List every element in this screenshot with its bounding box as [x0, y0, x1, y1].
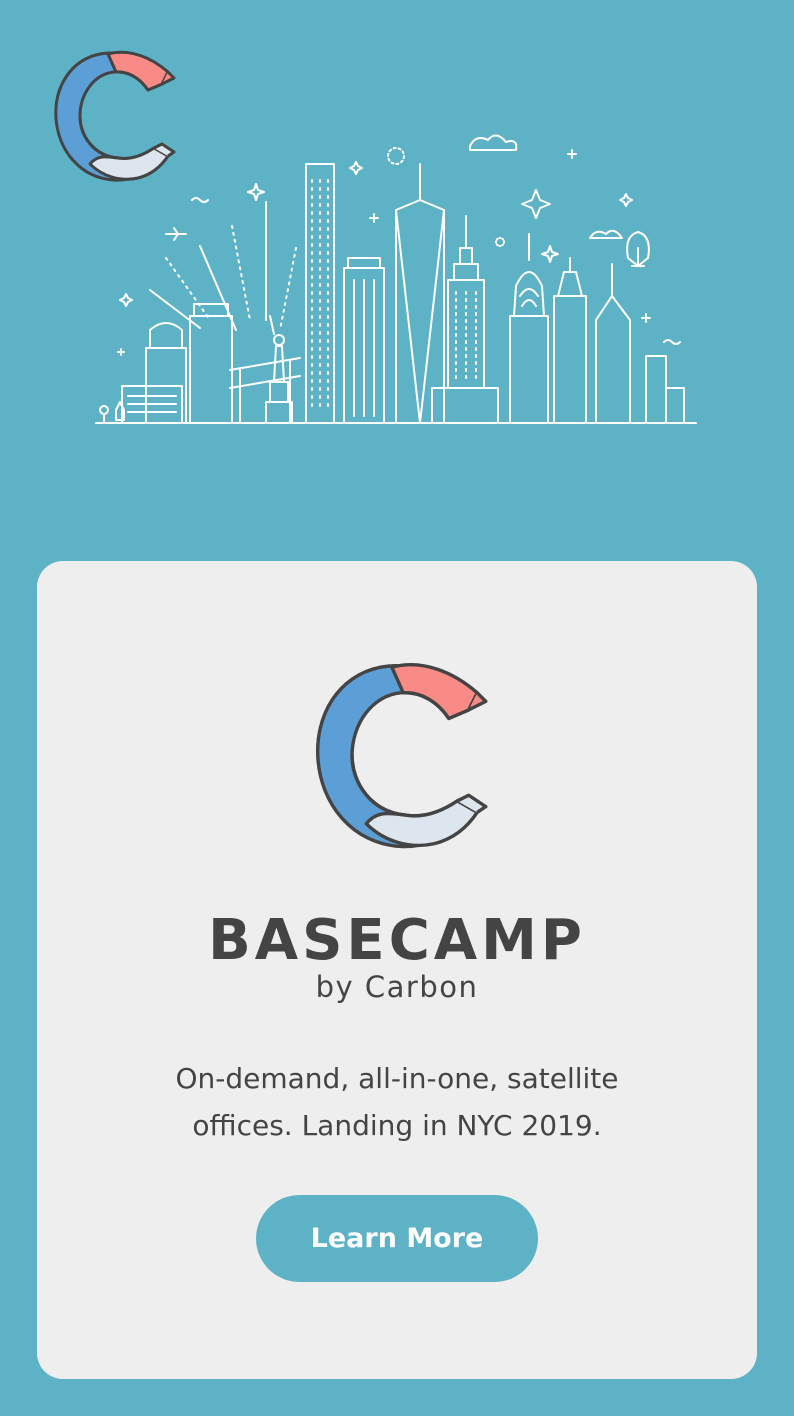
brand-title: BASECAMP	[208, 908, 586, 973]
basecamp-card: BASECAMP by Carbon On-demand, all-in-one…	[37, 561, 757, 1379]
tagline-line-1: On-demand, all-in-one, satellite	[175, 1062, 619, 1095]
tagline: On-demand, all-in-one, satellite offices…	[117, 1055, 677, 1149]
carbon-c-logo-icon	[316, 662, 488, 849]
learn-more-button[interactable]: Learn More	[256, 1195, 538, 1282]
brand-subtitle: by Carbon	[315, 970, 479, 1004]
tagline-line-2: offices. Landing in NYC 2019.	[192, 1109, 602, 1142]
nyc-skyline-illustration	[95, 134, 697, 424]
